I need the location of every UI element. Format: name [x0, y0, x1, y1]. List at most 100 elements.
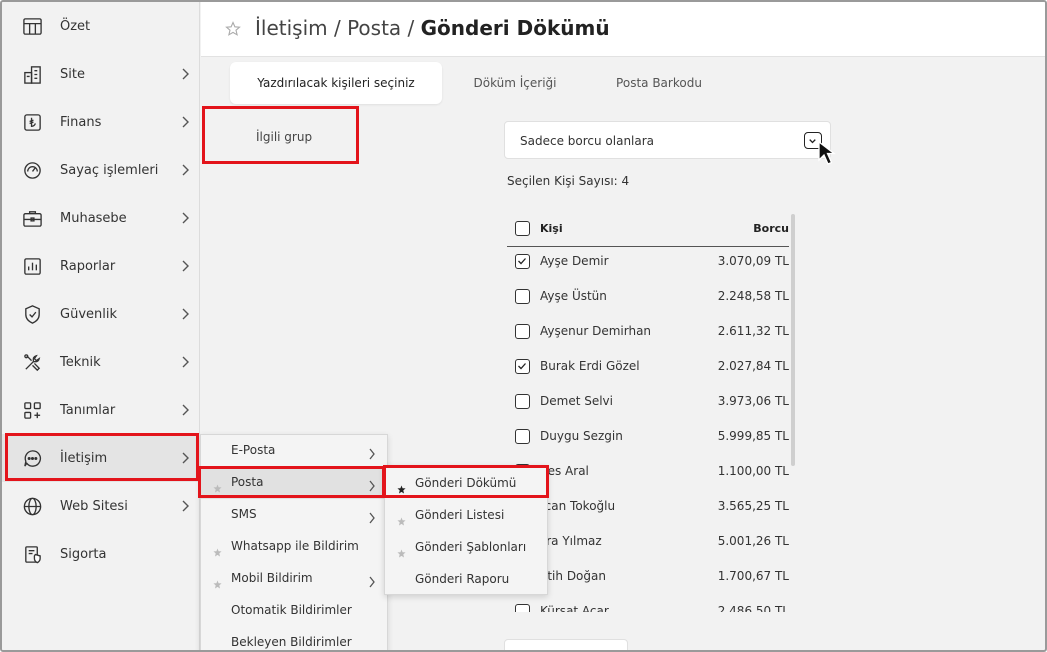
- table-row[interactable]: nes Aral 1.100,00 TL: [507, 455, 789, 490]
- sidebar-item-teknik[interactable]: Teknik: [2, 338, 200, 386]
- table-row[interactable]: Ayşe Demir 3.070,09 TL: [507, 245, 789, 280]
- sidebar-item-site[interactable]: Site: [2, 50, 200, 98]
- tab-posta-barkodu[interactable]: Posta Barkodu: [593, 62, 725, 104]
- star-icon: [397, 543, 406, 558]
- chevron-right-icon: [182, 356, 189, 368]
- group-option[interactable]: İlgili grup: [256, 130, 312, 144]
- check-icon: [518, 258, 526, 265]
- table-scrollbar[interactable]: [791, 214, 795, 466]
- debt-filter-select[interactable]: Sadece borcu olanlara: [504, 121, 831, 159]
- chevron-right-icon: [182, 164, 189, 176]
- breadcrumb-item[interactable]: Posta: [347, 16, 401, 40]
- table-row[interactable]: Ayşe Üstün 2.248,58 TL: [507, 280, 789, 315]
- sidebar-item-label: Güvenlik: [60, 306, 117, 322]
- chevron-right-icon: [182, 308, 189, 320]
- insurance-doc-icon: [21, 543, 43, 565]
- debt-amount: 1.700,67 TL: [717, 569, 789, 583]
- sidebar-item-tanimlar[interactable]: Tanımlar: [2, 386, 200, 434]
- menu-item-whatsapp-ile-bildirim[interactable]: Whatsapp ile Bildirim: [201, 531, 387, 563]
- table-row[interactable]: atih Doğan 1.700,67 TL: [507, 560, 789, 595]
- table-row[interactable]: Demet Selvi 3.973,06 TL: [507, 385, 789, 420]
- page-header: İletişim / Posta / Gönderi Dökümü: [201, 2, 1045, 57]
- menu-item-bekleyen-bildirimler[interactable]: Bekleyen Bildirimler: [201, 627, 387, 650]
- person-name: sra Yılmaz: [540, 534, 602, 548]
- report-chart-icon: [21, 255, 43, 277]
- iletisim-submenu: E-Posta Posta SMS Whatsapp ile Bildirim Mobi…: [200, 434, 388, 650]
- column-header-name[interactable]: Kişi: [540, 222, 563, 235]
- chat-bubble-icon: [21, 447, 43, 469]
- breadcrumb-separator: /: [401, 16, 421, 40]
- row-checkbox[interactable]: [515, 359, 530, 374]
- menu-item-label: Gönderi Listesi: [415, 508, 505, 522]
- briefcase-icon: [21, 207, 43, 229]
- person-name: Burak Erdi Gözel: [540, 359, 640, 373]
- menu-item-label: E-Posta: [231, 443, 276, 457]
- table-row[interactable]: Burak Erdi Gözel 2.027,84 TL: [507, 350, 789, 385]
- breadcrumb-item[interactable]: İletişim: [255, 16, 328, 40]
- sidebar-item-sigorta[interactable]: Sigorta: [2, 530, 200, 578]
- table-row[interactable]: Duygu Sezgin 5.999,85 TL: [507, 420, 789, 455]
- menu-item-mobil-bildirim[interactable]: Mobil Bildirim: [201, 563, 387, 595]
- favorite-star-icon[interactable]: [225, 21, 241, 37]
- table-icon: [21, 15, 43, 37]
- table-row[interactable]: Ayşenur Demirhan 2.611,32 TL: [507, 315, 789, 350]
- debt-amount: 3.565,25 TL: [717, 499, 789, 513]
- gauge-icon: [21, 159, 43, 181]
- menu-item-otomatik-bildirimler[interactable]: Otomatik Bildirimler: [201, 595, 387, 627]
- posta-submenu: Gönderi Dökümü Gönderi Listesi Gönderi Şab…: [384, 465, 548, 595]
- table-row[interactable]: rcan Tokoğlu 3.565,25 TL: [507, 490, 789, 525]
- star-icon: [397, 479, 406, 494]
- menu-item-g-nderi-listesi[interactable]: Gönderi Listesi: [385, 500, 547, 532]
- menu-item-label: SMS: [231, 507, 257, 521]
- tab-dokum-icerigi[interactable]: Döküm İçeriği: [447, 62, 583, 104]
- debt-amount: 2.248,58 TL: [717, 289, 789, 303]
- sidebar-item-label: Raporlar: [60, 258, 116, 274]
- sidebar-item-web-sitesi[interactable]: Web Sitesi: [2, 482, 200, 530]
- star-icon: [213, 542, 222, 557]
- chevron-right-icon: [182, 260, 189, 272]
- sidebar-item-sayac[interactable]: Sayaç işlemleri: [2, 146, 200, 194]
- person-name: Demet Selvi: [540, 394, 613, 408]
- chevron-right-icon: [182, 68, 189, 80]
- row-checkbox[interactable]: [515, 324, 530, 339]
- select-all-checkbox[interactable]: [515, 221, 530, 236]
- sidebar-item-muhasebe[interactable]: Muhasebe: [2, 194, 200, 242]
- menu-item-e-posta[interactable]: E-Posta: [201, 435, 387, 467]
- sidebar-item-guvenlik[interactable]: Güvenlik: [2, 290, 200, 338]
- row-checkbox[interactable]: [515, 254, 530, 269]
- tab-bar: Yazdırılacak kişileri seçiniz Döküm İçer…: [201, 58, 1045, 108]
- star-icon: [213, 478, 222, 493]
- menu-item-sms[interactable]: SMS: [201, 499, 387, 531]
- sidebar-item-iletisim[interactable]: İletişim: [2, 434, 200, 482]
- row-checkbox[interactable]: [515, 394, 530, 409]
- row-checkbox[interactable]: [515, 429, 530, 444]
- column-header-amount[interactable]: Borcu: [753, 222, 789, 235]
- menu-item-posta[interactable]: Posta: [201, 467, 387, 499]
- tab-select-people[interactable]: Yazdırılacak kişileri seçiniz: [230, 62, 442, 104]
- sidebar: Özet Site Finans Sayaç işlemleri Muhaseb…: [2, 2, 200, 650]
- menu-item-label: Gönderi Dökümü: [415, 476, 517, 490]
- sidebar-item-label: Teknik: [60, 354, 101, 370]
- tools-icon: [21, 351, 43, 373]
- menu-item-g-nderi-ablonlar-[interactable]: Gönderi Şablonları: [385, 532, 547, 564]
- chevron-right-icon: [368, 445, 376, 460]
- debt-amount: 5.001,26 TL: [717, 534, 789, 548]
- sidebar-item-ozet[interactable]: Özet: [2, 2, 200, 50]
- chevron-right-icon: [182, 452, 189, 464]
- debt-amount: 2.486,50 TL: [717, 604, 789, 612]
- table-row[interactable]: sra Yılmaz 5.001,26 TL: [507, 525, 789, 560]
- menu-item-g-nderi-raporu[interactable]: Gönderi Raporu: [385, 564, 547, 596]
- table-row[interactable]: Kürşat Acar 2.486,50 TL: [507, 595, 789, 612]
- sidebar-item-finans[interactable]: Finans: [2, 98, 200, 146]
- row-checkbox[interactable]: [515, 604, 530, 612]
- sidebar-item-raporlar[interactable]: Raporlar: [2, 242, 200, 290]
- menu-item-g-nderi-d-k-m-[interactable]: Gönderi Dökümü: [385, 468, 547, 500]
- lira-icon: [21, 111, 43, 133]
- person-name: Ayşe Üstün: [540, 289, 607, 303]
- menu-item-label: Posta: [231, 475, 264, 489]
- sidebar-item-label: Sayaç işlemleri: [60, 162, 159, 178]
- debt-amount: 5.999,85 TL: [717, 429, 789, 443]
- row-checkbox[interactable]: [515, 289, 530, 304]
- action-button[interactable]: [504, 639, 628, 650]
- sidebar-item-label: Finans: [60, 114, 102, 130]
